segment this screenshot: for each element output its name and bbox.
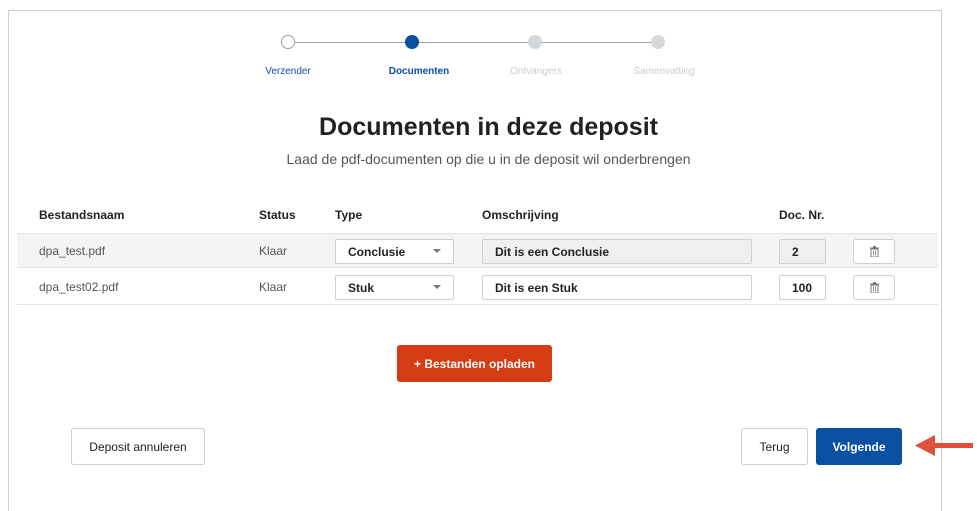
step-label-verzender[interactable]: Verzender <box>233 66 343 77</box>
step-dot-samenvatting <box>651 35 665 49</box>
step-label-documenten[interactable]: Documenten <box>364 66 474 77</box>
upload-files-button[interactable]: + Bestanden opladen <box>397 345 552 382</box>
trash-icon <box>869 246 879 257</box>
file-status: Klaar <box>259 280 288 294</box>
doc-nr-field[interactable]: 2 <box>779 239 826 264</box>
description-field[interactable]: Dit is een Conclusie <box>482 239 752 264</box>
trash-icon <box>869 282 879 293</box>
back-button[interactable]: Terug <box>741 428 808 465</box>
stepper-line <box>419 42 528 43</box>
table-row: dpa_test.pdf Klaar Conclusie Dit is een … <box>17 233 938 268</box>
type-select-value: Conclusie <box>348 245 406 259</box>
column-header-description: Omschrijving <box>482 208 559 222</box>
stepper-line <box>295 42 405 43</box>
type-select[interactable]: Conclusie <box>335 239 454 264</box>
type-select-value: Stuk <box>348 281 375 295</box>
step-label-samenvatting: Samenvatting <box>633 66 695 77</box>
doc-nr-field[interactable]: 100 <box>779 275 826 300</box>
progress-stepper: Verzender Documenten Ontvangers Samenvat… <box>0 0 977 80</box>
stepper-line <box>542 42 651 43</box>
chevron-down-icon <box>433 285 441 289</box>
page-subtitle: Laad de pdf-documenten op die u in de de… <box>286 151 691 167</box>
delete-file-button[interactable] <box>853 239 895 264</box>
step-label-ontvangers: Ontvangers <box>510 66 562 77</box>
description-field[interactable]: Dit is een Stuk <box>482 275 752 300</box>
file-name: dpa_test02.pdf <box>39 280 119 294</box>
file-status: Klaar <box>259 244 288 258</box>
file-name: dpa_test.pdf <box>39 244 106 258</box>
next-button[interactable]: Volgende <box>816 428 902 465</box>
step-dot-documenten[interactable] <box>405 35 419 49</box>
arrow-left-icon <box>915 435 973 456</box>
column-header-doc-nr: Doc. Nr. <box>779 208 825 222</box>
delete-file-button[interactable] <box>853 275 895 300</box>
column-header-type: Type <box>335 208 363 222</box>
column-header-filename: Bestandsnaam <box>39 208 125 222</box>
page-title: Documenten in deze deposit <box>319 113 658 141</box>
column-header-status: Status <box>259 208 296 222</box>
cancel-deposit-button[interactable]: Deposit annuleren <box>71 428 205 465</box>
chevron-down-icon <box>433 249 441 253</box>
step-dot-verzender[interactable] <box>281 35 295 49</box>
step-dot-ontvangers <box>528 35 542 49</box>
type-select[interactable]: Stuk <box>335 275 454 300</box>
table-row: dpa_test02.pdf Klaar Stuk Dit is een Stu… <box>17 270 938 305</box>
